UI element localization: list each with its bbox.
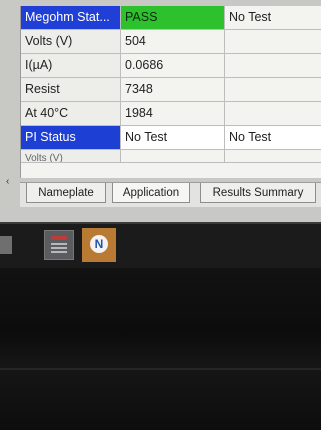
table-row[interactable]: Volts (V) (21, 150, 321, 163)
row-label: Volts (V) (21, 150, 121, 162)
start-button[interactable] (0, 236, 12, 254)
monitor-bezel (0, 268, 321, 430)
document-app-icon[interactable] (44, 230, 74, 260)
tab-nameplate[interactable]: Nameplate (26, 183, 106, 203)
screen: Megohm Stat... PASS No Test Volts (V) 50… (0, 0, 321, 430)
table-row[interactable]: Resist 7348 (21, 78, 321, 102)
row-label: PI Status (21, 126, 121, 149)
app-window: Megohm Stat... PASS No Test Volts (V) 50… (0, 0, 321, 222)
row-label: I(µA) (21, 54, 121, 77)
results-grid: Megohm Stat... PASS No Test Volts (V) 50… (20, 6, 321, 178)
table-row-header[interactable]: Megohm Stat... PASS No Test (21, 6, 321, 30)
row-extra: No Test (225, 126, 321, 149)
row-label: Volts (V) (21, 30, 121, 53)
document-app-icon-bar (51, 236, 67, 240)
row-extra (225, 30, 321, 53)
megohm-status-extra: No Test (229, 10, 272, 24)
row-extra (225, 150, 321, 162)
table-row[interactable]: Volts (V) 504 (21, 30, 321, 54)
row-value: 0.0686 (121, 54, 225, 77)
table-row[interactable]: I(µA) 0.0686 (21, 54, 321, 78)
taskbar: N (0, 222, 321, 268)
n-logo-glyph: N (90, 235, 108, 253)
bezel-edge-line (0, 368, 321, 370)
row-extra (225, 54, 321, 77)
tab-results-summary[interactable]: Results Summary (200, 183, 316, 203)
row-value: 1984 (121, 102, 225, 125)
document-app-icon-lines (51, 243, 67, 253)
table-row-selected[interactable]: PI Status No Test No Test (21, 126, 321, 150)
megohm-status-result: PASS (121, 6, 225, 29)
tab-application[interactable]: Application (112, 183, 190, 203)
row-value: 7348 (121, 78, 225, 101)
row-label: At 40°C (21, 102, 121, 125)
row-value: No Test (121, 126, 225, 149)
row-value (121, 150, 225, 162)
megohm-status-label: Megohm Stat... (21, 6, 121, 29)
row-extra (225, 78, 321, 101)
row-extra (225, 102, 321, 125)
row-value: 504 (121, 30, 225, 53)
n-logo-app-icon[interactable]: N (82, 228, 116, 262)
table-row[interactable]: At 40°C 1984 (21, 102, 321, 126)
chevron-left-icon[interactable]: ‹ (6, 176, 9, 187)
tab-bar: Nameplate Application Results Summary (20, 182, 321, 207)
row-label: Resist (21, 78, 121, 101)
